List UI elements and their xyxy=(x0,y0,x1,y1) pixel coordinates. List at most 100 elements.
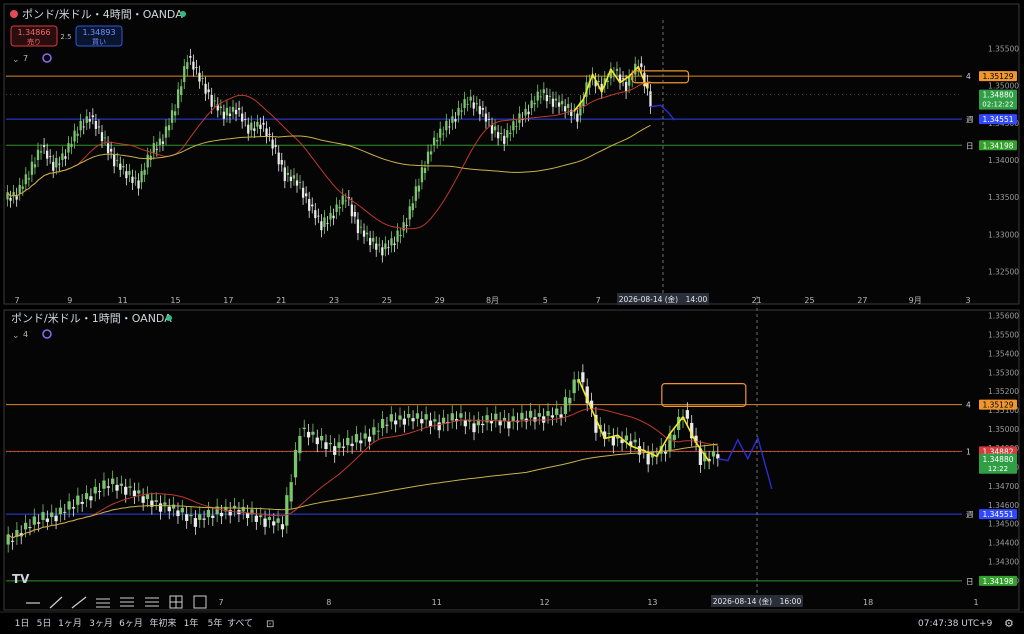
candle-body xyxy=(186,62,189,69)
bottom-status-icon xyxy=(166,315,172,321)
candle-body xyxy=(405,225,408,226)
range-button-7[interactable]: 5年 xyxy=(208,617,223,629)
time-axis-tick[interactable]: 8月 xyxy=(486,296,499,305)
candle-body xyxy=(298,435,302,454)
range-button-0[interactable]: 1日 xyxy=(15,618,30,629)
bottom-indicator-count[interactable]: 4 xyxy=(23,330,28,339)
range-button-6[interactable]: 1年 xyxy=(184,617,199,629)
bottom-chart-title[interactable]: ポンド/米ドル・1時間・OANDA xyxy=(11,312,172,325)
top-indicators-toggle[interactable]: ⌄ xyxy=(12,55,20,65)
price-axis-tick[interactable]: 1.35600 xyxy=(988,311,1019,320)
price-tag-text-day: 1.34198 xyxy=(982,577,1013,586)
level-label-week: 週 xyxy=(966,510,974,519)
candle-body xyxy=(259,515,263,518)
bottom-chart-pane[interactable] xyxy=(3,309,1020,611)
bar-countdown-text: 12:22 xyxy=(988,465,1008,473)
candle-body xyxy=(432,137,436,146)
top-chart-title[interactable]: ポンド/米ドル・4時間・OANDA xyxy=(22,8,183,21)
price-axis-tick[interactable]: 1.35000 xyxy=(988,82,1019,91)
range-button-3[interactable]: 3ヶ月 xyxy=(89,618,113,629)
time-axis-tick[interactable]: 15 xyxy=(170,296,180,305)
candle-body xyxy=(649,91,652,107)
level-label-week: 週 xyxy=(966,115,974,124)
time-axis-tick[interactable]: 18 xyxy=(863,598,873,607)
price-axis-tick[interactable]: 1.35500 xyxy=(988,330,1019,339)
time-axis-tick[interactable]: 7 xyxy=(218,598,223,607)
price-axis-tick[interactable]: 1.33500 xyxy=(988,193,1019,202)
time-axis-tick[interactable]: 1 xyxy=(973,598,978,607)
candle-body xyxy=(576,113,579,122)
time-axis-tick[interactable]: 29 xyxy=(435,296,445,305)
time-axis-tick[interactable]: 21 xyxy=(276,296,286,305)
candle-body xyxy=(272,521,276,526)
range-button-5[interactable]: 年初来 xyxy=(149,617,176,629)
price-axis-tick[interactable]: 1.34000 xyxy=(988,156,1019,165)
price-axis-tick[interactable]: 1.35500 xyxy=(988,45,1019,54)
time-axis-tick[interactable]: 7 xyxy=(14,296,19,305)
time-axis-tick[interactable]: 7 xyxy=(596,296,601,305)
candle-body xyxy=(289,482,293,502)
candle-body xyxy=(537,413,541,417)
range-button-4[interactable]: 6ヶ月 xyxy=(119,618,143,629)
range-button-8[interactable]: すべて xyxy=(227,618,253,629)
time-axis-tick[interactable]: 9月 xyxy=(909,296,922,305)
candle-body xyxy=(32,516,36,525)
range-button-1[interactable]: 5日 xyxy=(37,618,52,629)
time-axis-tick[interactable]: 12 xyxy=(539,598,549,607)
candle-body xyxy=(533,102,536,105)
level-label-day: 日 xyxy=(966,577,974,586)
candle-body xyxy=(507,421,511,429)
candle-body xyxy=(387,247,390,249)
price-axis-tick[interactable]: 1.34500 xyxy=(988,520,1019,529)
clock-readout[interactable]: 07:47:38 UTC+9 xyxy=(918,619,993,629)
price-axis-tick[interactable]: 1.35000 xyxy=(988,425,1019,434)
price-axis-tick[interactable]: 1.34700 xyxy=(988,482,1019,491)
top-indicator-count[interactable]: 7 xyxy=(23,54,28,63)
bottom-indicators-toggle[interactable]: ⌄ xyxy=(12,331,20,341)
candle-body xyxy=(506,130,509,138)
candle-body xyxy=(542,416,546,423)
candle-body xyxy=(116,159,119,161)
time-axis-tick[interactable]: 25 xyxy=(804,296,814,305)
time-axis-tick[interactable]: 23 xyxy=(329,296,339,305)
candle-body xyxy=(633,439,637,443)
price-axis-tick[interactable]: 1.35400 xyxy=(988,349,1019,358)
time-axis-tick[interactable]: 13 xyxy=(647,598,657,607)
candle-body xyxy=(337,442,341,448)
price-axis-tick[interactable]: 1.32500 xyxy=(988,267,1019,276)
price-axis-tick[interactable]: 1.34600 xyxy=(988,501,1019,510)
candle-body xyxy=(329,212,332,220)
goto-date-icon[interactable]: ⊡ xyxy=(266,619,274,630)
candle-body xyxy=(333,446,337,455)
candle-body xyxy=(39,151,43,153)
price-axis-tick[interactable]: 1.35200 xyxy=(988,387,1019,396)
time-axis-tick[interactable]: 3 xyxy=(965,296,970,305)
candle-body xyxy=(152,143,155,153)
candle-body xyxy=(71,507,76,509)
candle-body xyxy=(97,126,101,128)
time-axis-tick[interactable]: 27 xyxy=(857,296,867,305)
time-axis-tick[interactable]: 21 xyxy=(752,296,762,305)
candle-body xyxy=(36,149,40,160)
candle-body xyxy=(396,230,399,242)
candle-body xyxy=(572,379,576,394)
time-axis-tick[interactable]: 17 xyxy=(223,296,233,305)
range-button-2[interactable]: 1ヶ月 xyxy=(58,618,82,629)
price-axis-tick[interactable]: 1.35300 xyxy=(988,368,1019,377)
time-axis-tick[interactable]: 8 xyxy=(326,598,331,607)
time-axis-tick[interactable]: 11 xyxy=(118,296,128,305)
candle-body xyxy=(274,145,277,147)
price-axis-tick[interactable]: 1.34400 xyxy=(988,539,1019,548)
time-axis-tick[interactable]: 11 xyxy=(432,598,442,607)
time-axis-tick[interactable]: 25 xyxy=(382,296,392,305)
time-axis-tick[interactable]: 5 xyxy=(543,296,548,305)
candle-body xyxy=(267,517,272,520)
price-axis-tick[interactable]: 1.33000 xyxy=(988,230,1019,239)
settings-gear-icon[interactable]: ⚙ xyxy=(1004,617,1014,630)
candle-body xyxy=(42,145,46,147)
candle-body xyxy=(424,414,428,420)
time-axis-tick[interactable]: 9 xyxy=(67,296,72,305)
price-axis-tick[interactable]: 1.34300 xyxy=(988,558,1019,567)
level-label-l1: 1 xyxy=(966,447,971,456)
candle-body xyxy=(82,126,85,128)
